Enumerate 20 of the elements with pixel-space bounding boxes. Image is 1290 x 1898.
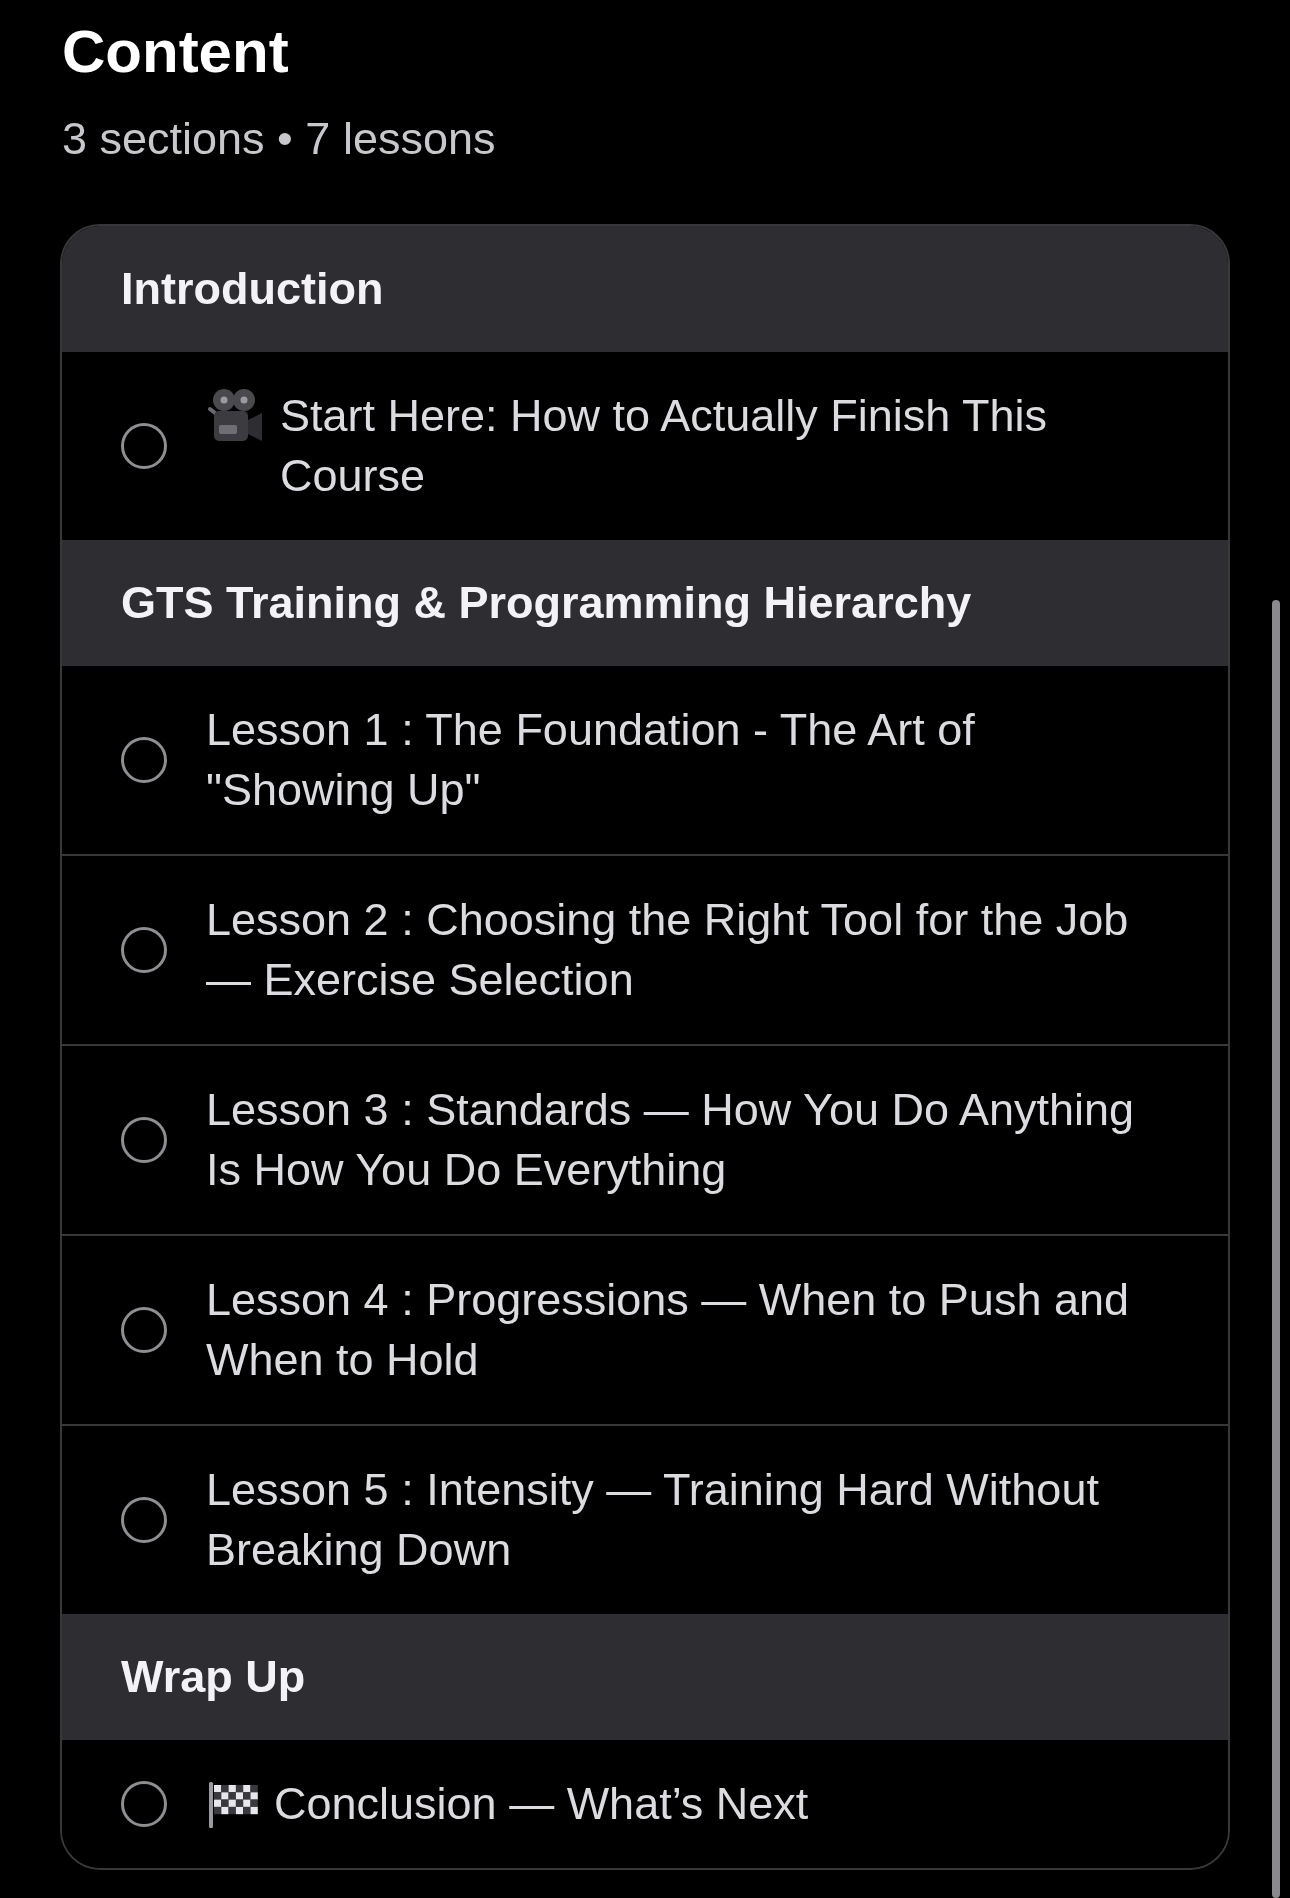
section-header: Wrap Up [62,1614,1228,1740]
page-title: Content [61,17,290,87]
lesson-title: Start Here: How to Actually Finish This Course [280,389,1048,503]
lesson-title: Conclusion — What’s Next [274,1777,809,1831]
lesson-title: Lesson 1 : The Foundation - The Art of "Showing Up" [206,703,976,817]
section-header: Introduction [62,226,1228,352]
completion-checkbox[interactable] [121,927,167,973]
completion-checkbox[interactable] [121,1117,167,1163]
lesson-title: Lesson 3 : Standards — How You Do Anything Is How You Do Everything [206,1083,1136,1197]
completion-checkbox[interactable] [121,1497,167,1543]
completion-checkbox[interactable] [121,1307,167,1353]
completion-checkbox[interactable] [121,423,167,469]
checkered-flag-icon [206,1779,258,1829]
completion-checkbox[interactable] [121,1781,167,1827]
content-summary: 3 sections • 7 lessons [61,112,497,166]
completion-checkbox[interactable] [121,737,167,783]
lesson-title: Lesson 4 : Progressions — When to Push and When to Hold [206,1273,1130,1387]
section-header: GTS Training & Programming Hierarchy [62,540,1228,666]
lesson-title: Lesson 5 : Intensity — Training Hard Without Breaking Down [206,1463,1100,1577]
lesson-title: Lesson 2 : Choosing the Right Tool for the Job — Exercise Selection [206,893,1130,1007]
